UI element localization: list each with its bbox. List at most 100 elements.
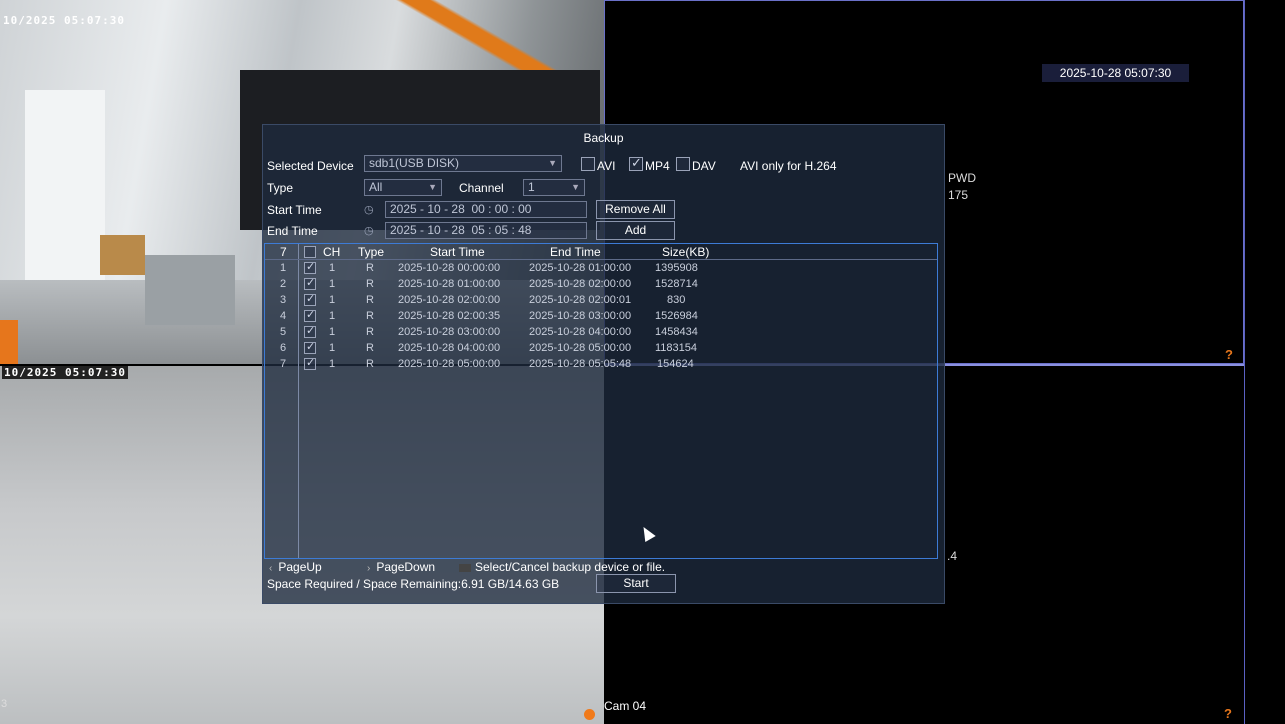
type-label: Type (267, 181, 294, 195)
dav-label: DAV (692, 159, 716, 173)
column-size: Size(KB) (662, 245, 710, 259)
camera-4-side-text: .4 (947, 549, 958, 563)
row-channel: 1 (329, 294, 336, 306)
row-type: R (366, 358, 374, 370)
row-checkbox[interactable] (304, 356, 316, 370)
selected-device-value: sdb1(USB DISK) (369, 156, 460, 170)
start-month[interactable]: 10 (427, 202, 440, 216)
table-row[interactable]: 1 1 R 2025-10-28 00:00:00 2025-10-28 01:… (265, 260, 937, 277)
help-icon[interactable]: ? (1224, 706, 1232, 721)
selected-device-label: Selected Device (267, 159, 354, 173)
chevron-left-icon: ‹ (269, 563, 273, 574)
dialog-title: Backup (583, 131, 624, 145)
camera-3-number-text: 175 (948, 188, 969, 202)
row-type: R (366, 262, 374, 274)
row-size: 1528714 (655, 278, 698, 290)
end-year[interactable]: 2025 (390, 223, 417, 237)
end-month[interactable]: 10 (427, 223, 440, 237)
start-clock[interactable]: 00 : 00 : 00 (471, 202, 531, 216)
row-index: 1 (280, 262, 287, 274)
sidebar-border (1244, 0, 1245, 724)
mp4-checkbox[interactable] (629, 155, 643, 171)
row-end: 2025-10-28 05:00:00 (529, 342, 632, 354)
row-size: 1395908 (655, 262, 698, 274)
row-channel: 1 (329, 358, 336, 370)
start-year[interactable]: 2025 (390, 202, 417, 216)
dav-checkbox[interactable] (676, 157, 690, 171)
backup-file-list[interactable]: 7 CH Type Start Time End Time Size(KB) 1… (264, 243, 938, 559)
start-button[interactable]: Start (596, 574, 676, 593)
camera-2-timestamp: 10/2025 05:07:30 (2, 366, 128, 379)
table-row[interactable]: 3 1 R 2025-10-28 02:00:00 2025-10-28 02:… (265, 292, 937, 309)
column-end-time: End Time (550, 245, 601, 259)
row-type: R (366, 294, 374, 306)
type-dropdown[interactable]: All ▼ (364, 179, 442, 196)
page-down-button[interactable]: › PageDown (367, 560, 435, 574)
scene-device (145, 255, 235, 325)
row-type: R (366, 278, 374, 290)
page-up-label: PageUp (278, 560, 322, 574)
page-down-label: PageDown (376, 560, 436, 574)
row-index: 6 (280, 342, 287, 354)
add-button[interactable]: Add (596, 221, 675, 240)
row-start: 2025-10-28 02:00:35 (398, 310, 501, 322)
channel-label: Channel (459, 181, 504, 195)
end-time-input[interactable]: 2025 - 10 - 28 05 : 05 : 48 (385, 222, 587, 239)
table-row[interactable]: 2 1 R 2025-10-28 01:00:00 2025-10-28 02:… (265, 276, 937, 293)
remove-all-button[interactable]: Remove All (596, 200, 675, 219)
start-day[interactable]: 28 (451, 202, 464, 216)
mp4-label: MP4 (645, 159, 670, 173)
row-channel: 1 (329, 326, 336, 338)
column-ch: CH (323, 245, 341, 259)
chevron-right-icon: › (367, 563, 371, 574)
record-indicator-icon (584, 709, 595, 720)
row-size: 830 (667, 294, 686, 306)
row-checkbox[interactable] (304, 276, 316, 290)
row-size: 1458434 (655, 326, 698, 338)
row-channel: 1 (329, 342, 336, 354)
row-type: R (366, 310, 374, 322)
table-row[interactable]: 7 1 R 2025-10-28 05:00:00 2025-10-28 05:… (265, 356, 937, 373)
avi-checkbox[interactable] (581, 157, 595, 171)
row-type: R (366, 342, 374, 354)
row-channel: 1 (329, 262, 336, 274)
camera-3-timestamp: 2025-10-28 05:07:30 (1042, 64, 1189, 82)
channel-dropdown[interactable]: 1 ▼ (523, 179, 585, 196)
scene-white-panel (25, 90, 105, 310)
select-all-checkbox[interactable] (304, 246, 316, 258)
row-checkbox[interactable] (304, 308, 316, 322)
chevron-down-icon: ▼ (571, 182, 580, 192)
row-checkbox[interactable] (304, 292, 316, 306)
end-day[interactable]: 28 (451, 223, 464, 237)
table-row[interactable]: 5 1 R 2025-10-28 03:00:00 2025-10-28 04:… (265, 324, 937, 341)
row-checkbox[interactable] (304, 324, 316, 338)
clock-icon: ◷ (364, 225, 374, 237)
scene-orange-post (0, 320, 18, 364)
list-count: 7 (280, 245, 287, 259)
mouse-cursor-icon (638, 523, 656, 543)
table-row[interactable]: 6 1 R 2025-10-28 04:00:00 2025-10-28 05:… (265, 340, 937, 357)
camera-1-timestamp: 10/2025 05:07:30 (3, 14, 125, 27)
help-icon[interactable]: ? (1225, 347, 1233, 362)
start-time-input[interactable]: 2025 - 10 - 28 00 : 00 : 00 (385, 201, 587, 218)
row-index: 5 (280, 326, 287, 338)
end-time-label: End Time (267, 224, 318, 238)
selected-device-dropdown[interactable]: sdb1(USB DISK) ▼ (364, 155, 562, 172)
table-row[interactable]: 4 1 R 2025-10-28 02:00:35 2025-10-28 03:… (265, 308, 937, 325)
page-up-button[interactable]: ‹ PageUp (269, 560, 322, 574)
chevron-down-icon: ▼ (548, 158, 557, 168)
avi-label: AVI (597, 159, 616, 173)
row-checkbox[interactable] (304, 340, 316, 354)
hint-text: Select/Cancel backup device or file. (459, 560, 665, 574)
row-channel: 1 (329, 278, 336, 290)
row-end: 2025-10-28 03:00:00 (529, 310, 632, 322)
row-checkbox[interactable] (304, 260, 316, 274)
row-index: 3 (280, 294, 287, 306)
column-type: Type (358, 245, 385, 259)
header-divider (265, 259, 937, 260)
avi-note: AVI only for H.264 (740, 159, 837, 173)
row-end: 2025-10-28 01:00:00 (529, 262, 632, 274)
hint-label: Select/Cancel backup device or file. (475, 560, 666, 574)
row-start: 2025-10-28 01:00:00 (398, 278, 501, 290)
end-clock[interactable]: 05 : 05 : 48 (471, 223, 531, 237)
